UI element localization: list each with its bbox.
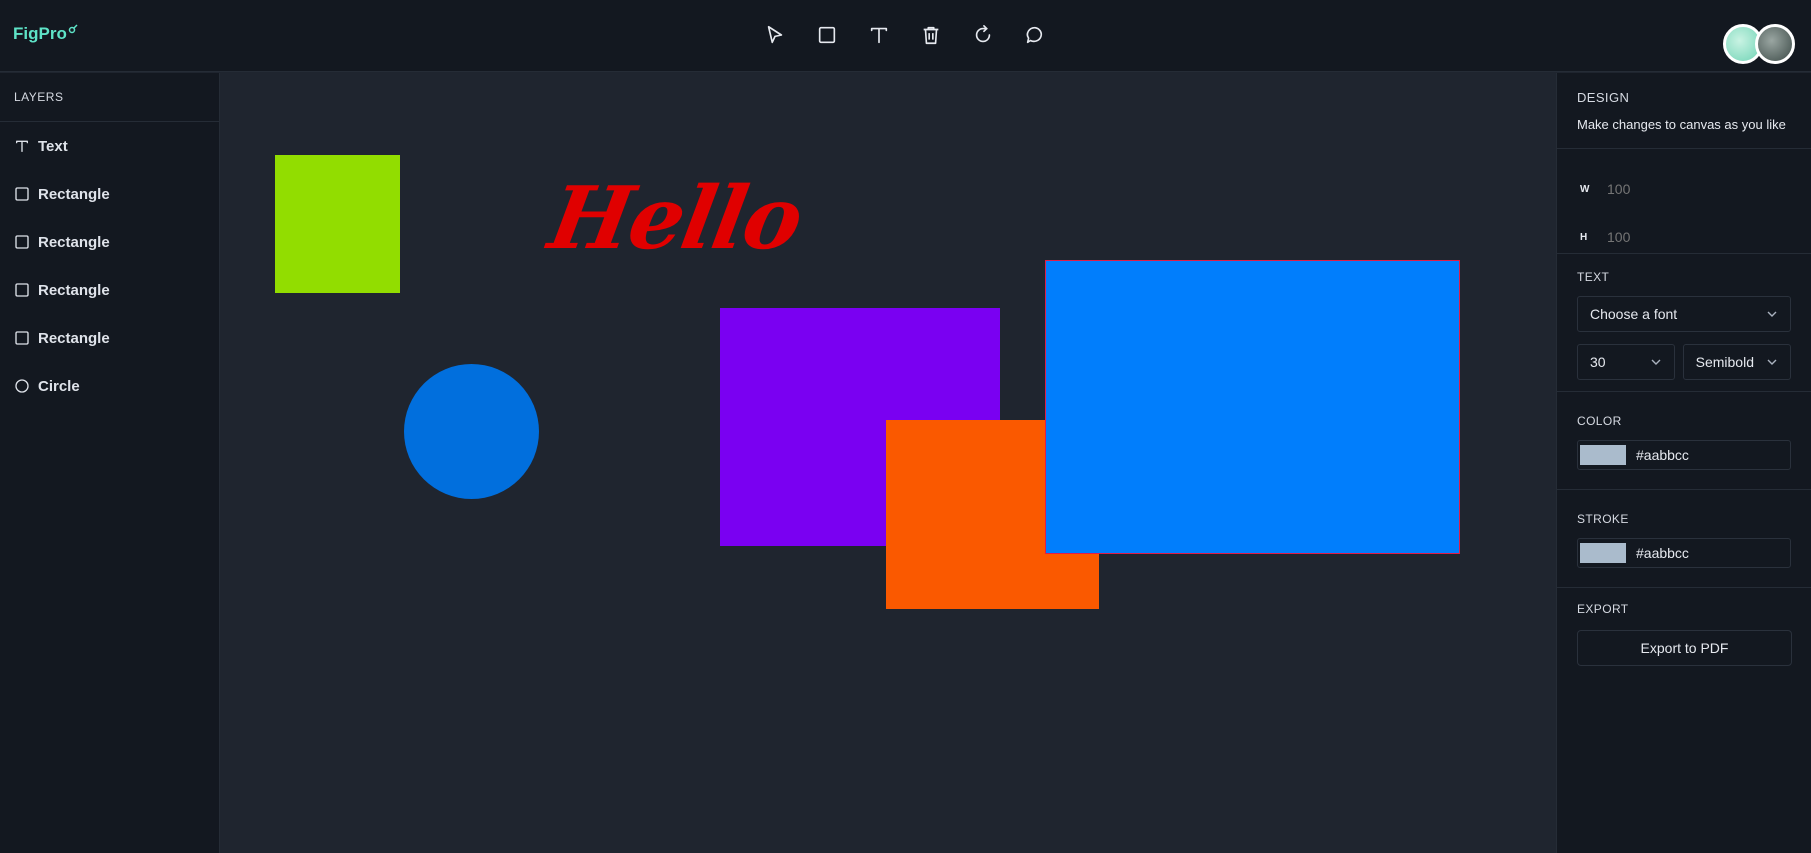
text-title: TEXT (1577, 270, 1610, 284)
layer-item-rectangle[interactable]: Rectangle (0, 218, 219, 266)
logo-mark-icon (68, 19, 78, 39)
layer-item-circle[interactable]: Circle (0, 362, 219, 410)
rectangle-tool-button[interactable] (812, 20, 842, 50)
color-field[interactable]: #aabbcc (1577, 440, 1791, 470)
comments-tool-button[interactable] (1020, 20, 1050, 50)
font-weight-select[interactable]: Semibold (1682, 344, 1791, 380)
reset-tool-button[interactable] (968, 20, 998, 50)
font-size-select[interactable]: 30 (1577, 344, 1675, 380)
app-logo: FigPro (13, 24, 78, 44)
width-input[interactable] (1607, 181, 1757, 197)
circle-icon (15, 379, 29, 393)
canvas-rectangle-blue-selected[interactable] (1045, 260, 1460, 554)
chevron-down-icon (1767, 311, 1777, 317)
stroke-title: STROKE (1577, 512, 1629, 526)
top-navbar: FigPro (0, 0, 1811, 72)
stroke-value: #aabbcc (1636, 545, 1689, 561)
canvas-circle[interactable] (404, 364, 539, 499)
layers-panel: LAYERS Text Rectangle Rectangle Rectangl… (0, 73, 220, 853)
avatar[interactable] (1755, 24, 1795, 64)
layer-label: Circle (38, 377, 80, 395)
export-section: EXPORT Export to PDF (1557, 588, 1811, 666)
square-icon (15, 331, 29, 345)
width-label: W (1580, 183, 1590, 195)
font-family-value: Choose a font (1590, 306, 1678, 322)
layer-item-rectangle[interactable]: Rectangle (0, 314, 219, 362)
color-swatch[interactable] (1580, 445, 1626, 465)
trash-icon (923, 26, 939, 45)
layer-item-rectangle[interactable]: Rectangle (0, 170, 219, 218)
text-section: TEXT Choose a font 30 Semibold (1557, 254, 1811, 392)
stroke-swatch[interactable] (1580, 543, 1626, 563)
text-tool-button[interactable] (864, 20, 894, 50)
layer-item-rectangle[interactable]: Rectangle (0, 266, 219, 314)
layer-label: Rectangle (38, 185, 110, 203)
canvas-rectangle-green[interactable] (275, 155, 400, 293)
square-icon (15, 235, 29, 249)
layer-label: Rectangle (38, 329, 110, 347)
layer-label: Rectangle (38, 281, 110, 299)
text-icon (870, 27, 888, 44)
design-subtitle: Make changes to canvas as you like (1577, 117, 1786, 132)
font-family-select[interactable]: Choose a font (1577, 296, 1791, 332)
color-value: #aabbcc (1636, 447, 1689, 463)
height-input[interactable] (1607, 229, 1757, 245)
design-title: DESIGN (1577, 90, 1630, 105)
layer-label: Rectangle (38, 233, 110, 251)
color-title: COLOR (1577, 414, 1622, 428)
comment-icon (1026, 26, 1043, 44)
chevron-down-icon (1651, 359, 1661, 365)
layers-title: LAYERS (0, 73, 219, 122)
layer-label: Text (38, 137, 68, 155)
font-options-row: 30 Semibold (1577, 344, 1791, 380)
design-section: DESIGN Make changes to canvas as you lik… (1557, 73, 1811, 149)
width-row: W (1577, 165, 1791, 213)
font-size-value: 30 (1590, 354, 1606, 370)
export-pdf-button[interactable]: Export to PDF (1577, 630, 1792, 666)
stroke-section: STROKE #aabbcc (1557, 490, 1811, 588)
export-title: EXPORT (1577, 602, 1629, 616)
delete-tool-button[interactable] (916, 20, 946, 50)
chevron-down-icon (1767, 359, 1777, 365)
toolbar (760, 20, 1050, 50)
refresh-icon (975, 25, 991, 43)
font-weight-value: Semibold (1695, 354, 1754, 370)
select-tool-button[interactable] (760, 20, 790, 50)
text-icon (16, 140, 28, 152)
square-icon (15, 283, 29, 297)
design-panel: DESIGN Make changes to canvas as you lik… (1556, 73, 1811, 853)
design-canvas[interactable]: Hello (221, 73, 1555, 853)
square-icon (15, 187, 29, 201)
canvas-text-hello[interactable]: Hello (542, 168, 808, 269)
cursor-arrow-icon (767, 25, 783, 44)
height-label: H (1580, 231, 1588, 243)
stroke-field[interactable]: #aabbcc (1577, 538, 1791, 568)
color-section: COLOR #aabbcc (1557, 392, 1811, 490)
dimensions-section: W H (1557, 149, 1811, 254)
active-users (1723, 24, 1795, 64)
layer-item-text[interactable]: Text (0, 122, 219, 170)
square-icon (818, 26, 836, 44)
logo-text: FigPro (13, 24, 67, 43)
